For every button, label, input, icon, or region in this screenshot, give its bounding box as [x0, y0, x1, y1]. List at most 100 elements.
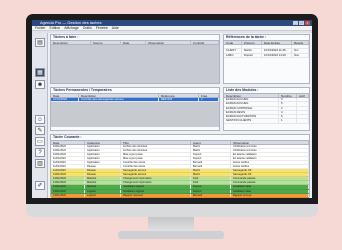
user-icon[interactable]: ☻ [35, 80, 45, 89]
pen-icon[interactable]: ✎ [35, 126, 45, 135]
table-cell: Sauvegarde OK [231, 169, 309, 173]
empty-list-area[interactable] [51, 102, 219, 128]
table-cell: Commande passée [231, 177, 309, 181]
monitor-chin [26, 204, 318, 217]
column-header[interactable]: Description [79, 94, 159, 97]
table-cell: J [199, 98, 219, 102]
column-header[interactable]: Description [51, 41, 91, 44]
table-cell [292, 45, 309, 49]
table-cell: Changement imprimante [121, 177, 191, 181]
table-cell: Logiciel [85, 189, 121, 193]
table-cell: Application [85, 161, 121, 165]
close-button[interactable]: × [305, 21, 310, 25]
menu-aide[interactable]: Aide [112, 26, 119, 30]
table-cell: 4 [279, 110, 297, 115]
column-header[interactable]: Catégorie [85, 141, 121, 144]
column-header[interactable]: Fréq. [199, 94, 219, 97]
table-cell: Rapport mensuel [121, 193, 191, 197]
table-cell: Matériel [85, 177, 121, 181]
menu-outils[interactable]: Outils [83, 26, 92, 30]
column-header[interactable]: Date [121, 41, 146, 44]
monitor-stand-foot [118, 231, 224, 239]
column-header[interactable]: Date [51, 94, 79, 97]
table-cell: Vérification terminée [231, 149, 309, 153]
table-cell: Réseau [85, 173, 121, 177]
column-header[interactable]: Date Entrée [262, 41, 292, 44]
column-header[interactable]: Prénom [242, 41, 262, 44]
table-cell: 12/01/2022 [51, 185, 85, 189]
table-cell: Petit [191, 177, 231, 181]
table-cell [297, 106, 309, 110]
doc-icon[interactable]: ▤ [35, 38, 45, 47]
table-cell: Dupont [242, 53, 262, 57]
column-header[interactable]: Description [224, 94, 279, 97]
table-row[interactable]: GESTION CLIENTS 1 [224, 119, 309, 124]
column-header[interactable]: Observation [146, 41, 191, 44]
folder-icon[interactable]: ▭ [35, 137, 45, 146]
menu-fichier[interactable]: Fichier [35, 26, 46, 30]
minimize-button[interactable]: _ [293, 21, 298, 25]
table-cell: Dupont [191, 153, 231, 157]
table-row[interactable]: LABO Dupont 12/01/2022 14:20 Non [224, 53, 309, 58]
column-header[interactable]: Titre [121, 141, 191, 144]
table-cell: Application [85, 153, 121, 157]
table-cell: 6 [279, 115, 297, 119]
panel-tache-courante: Tâche Courante : Date Catégorie Titre Ag… [50, 134, 310, 198]
table-cell: Application [85, 149, 121, 153]
table-cell: ECRAN FACTURATION [224, 115, 279, 119]
table-cell: ECRAN ACCUEIL [224, 98, 279, 102]
tool-sidebar: ▤ ▦ ☻ ☺ ✎ ▭ ? ▥ ✐ [32, 33, 48, 198]
table-cell: GESTION CLIENTS [224, 119, 279, 123]
column-header[interactable]: Actif [297, 94, 309, 97]
table-cell [297, 110, 309, 115]
table-cell: Martin [242, 49, 262, 53]
column-header[interactable]: Observation [231, 141, 309, 144]
table-cell: Réseau [85, 169, 121, 173]
table-cell: 12/01/2022 [51, 177, 85, 181]
table-cell: Contrôle des sauvegardes serveur [79, 98, 159, 102]
table-cell [297, 119, 309, 123]
table-cell: Matériel [85, 181, 121, 185]
table-cell: Martin [191, 173, 231, 177]
table-cell: 13/01/2022 [51, 193, 85, 197]
table-cell: LABO [224, 53, 242, 57]
table-cell: Vérification terminée [231, 145, 309, 149]
table-cell: CLIENT [224, 49, 242, 53]
menu-edition[interactable]: Edition [50, 26, 61, 30]
panel-modules: Liste des Modules : Description Nombre A… [223, 87, 310, 131]
table-cell: Oui [292, 49, 309, 53]
column-header[interactable]: Contrôle [191, 41, 219, 44]
column-header[interactable]: Agent [191, 141, 231, 144]
users-icon[interactable]: ☺ [35, 115, 45, 124]
table-body: 10/01/2022 Application Archive des données… [51, 145, 309, 198]
table-cell: Sauvegarde serveur [121, 169, 191, 173]
menu-affichage[interactable]: Affichage [64, 26, 79, 30]
panel-taches-a-faire: Tâches à faire : Description Source Date… [50, 34, 220, 84]
table-cell: Sauvegarde OK [231, 173, 309, 177]
app-window: Agenda Pro — Gestion des taches _ □ × Fi… [32, 20, 312, 198]
table-cell: Installation logiciel [121, 185, 191, 189]
column-header[interactable]: Code [224, 41, 242, 44]
column-header[interactable]: Source [91, 41, 121, 44]
empty-list-area[interactable] [51, 45, 219, 83]
edit-icon[interactable]: ✐ [35, 181, 45, 190]
chart-icon[interactable]: ▥ [35, 159, 45, 168]
table-cell: 12/01/2022 [51, 98, 79, 102]
table-cell [297, 115, 309, 119]
column-header[interactable]: Date [51, 141, 85, 144]
maximize-button[interactable]: □ [299, 21, 304, 25]
grid-icon[interactable]: ▦ [35, 68, 45, 77]
table-cell: 11/01/2022 [51, 165, 85, 169]
column-header[interactable]: Résolu [292, 41, 309, 44]
table-cell: 5 [279, 102, 297, 106]
table-cell: Martin [191, 149, 231, 153]
column-header[interactable]: Référence [159, 94, 199, 97]
column-header[interactable]: Nombre [279, 94, 297, 97]
table-cell: 11/01/2022 [51, 157, 85, 161]
table-cell [224, 45, 242, 49]
menu-fenetre[interactable]: Fenetre [96, 26, 108, 30]
table-cell: 10/01/2022 [51, 145, 85, 149]
table-cell: Martin [191, 145, 231, 149]
table-cell [297, 98, 309, 102]
help-icon[interactable]: ? [35, 148, 45, 157]
